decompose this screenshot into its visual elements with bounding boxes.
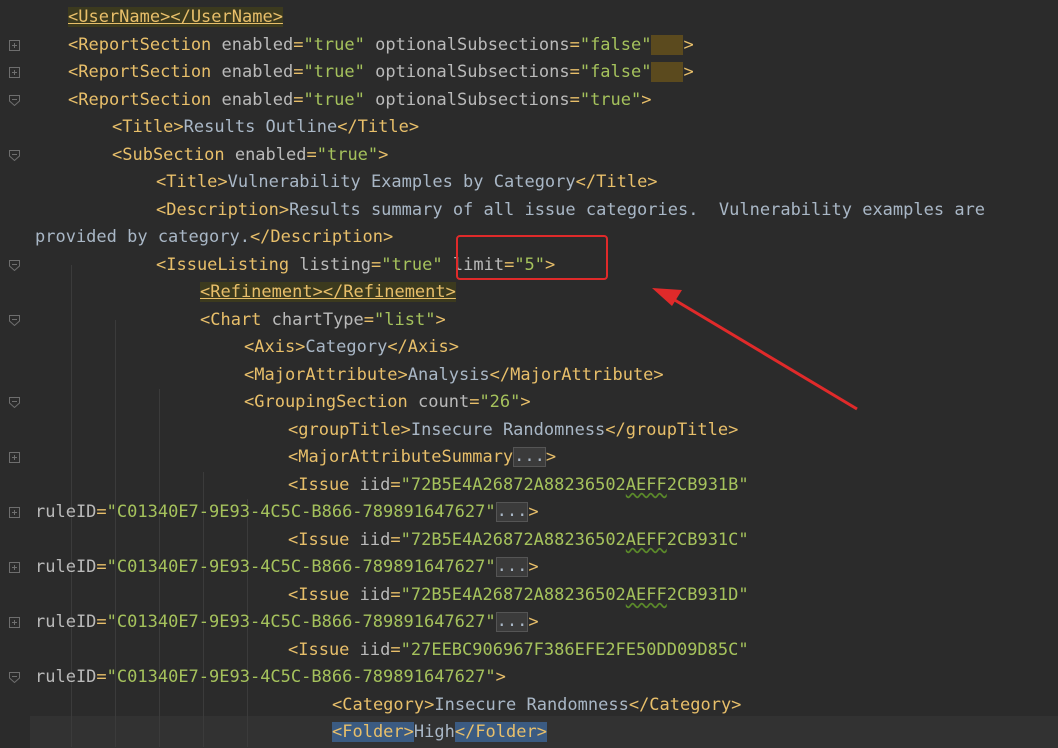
fold-expand-icon[interactable]: [9, 452, 20, 463]
fold-collapse-icon[interactable]: [9, 94, 20, 106]
fold-expand-icon[interactable]: [9, 617, 20, 628]
fold-collapse-icon[interactable]: [9, 259, 20, 271]
fold-expand-icon[interactable]: [9, 67, 20, 78]
fold-collapse-icon[interactable]: [9, 672, 20, 683]
fold-collapse-icon[interactable]: [9, 149, 20, 161]
fold-expand-icon[interactable]: [9, 507, 20, 518]
fold-expand-icon[interactable]: [9, 562, 20, 573]
fold-expand-icon[interactable]: [9, 39, 20, 51]
annotation-arrow: [652, 288, 858, 411]
fold-collapse-icon[interactable]: [9, 314, 20, 326]
fold-collapse-icon[interactable]: [9, 397, 20, 408]
